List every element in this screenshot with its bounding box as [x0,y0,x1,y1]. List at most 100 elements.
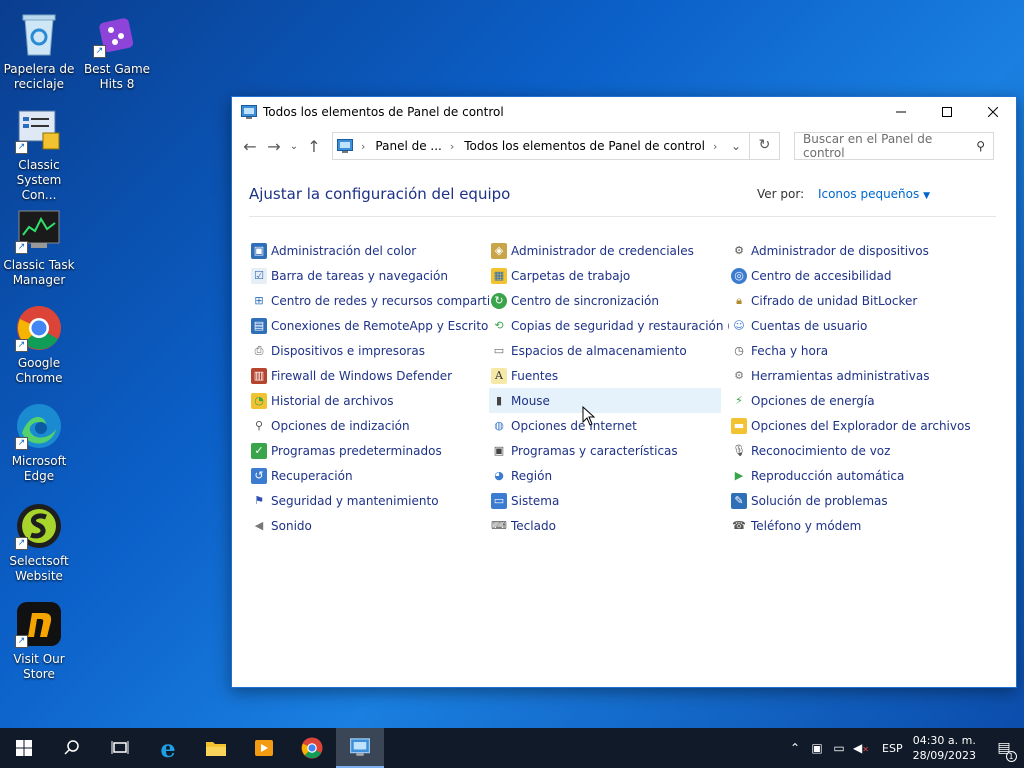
cp-item-recovery[interactable]: ↺ Recuperación [249,463,489,488]
maximize-button[interactable] [924,97,970,127]
speaker-icon: ◀ [254,519,264,532]
cp-item-speech-recognition[interactable]: 🎙︎ Reconocimiento de voz [729,438,989,463]
control-panel-window: Todos los elementos de Panel de control … [231,96,1017,688]
notification-center-button[interactable]: ▤ 1 [984,728,1024,768]
cp-item-troubleshooting[interactable]: ✎ Solución de problemas [729,488,989,513]
cp-item-devices-printers[interactable]: ⎙ Dispositivos e impresoras [249,338,489,363]
taskbar-internet-explorer[interactable]: e [144,728,192,768]
meet-now-icon[interactable]: ▣ [806,741,828,755]
task-view-button[interactable] [96,728,144,768]
cp-item-phone-modem[interactable]: ☎ Teléfono y módem [729,513,989,538]
search-input[interactable]: Buscar en el Panel de control ⚲ [794,132,994,160]
cp-item-firewall[interactable]: ▥ Firewall de Windows Defender [249,363,489,388]
close-button[interactable] [970,97,1016,127]
shortcut-arrow-icon: ↗ [15,241,28,254]
cp-item-remoteapp[interactable]: ▤ Conexiones de RemoteApp y Escrito... [249,313,489,338]
cp-item-default-programs[interactable]: ✓ Programas predeterminados [249,438,489,463]
cp-item-admin-tools[interactable]: ⚙ Herramientas administrativas [729,363,989,388]
cp-item-work-folders[interactable]: ▦ Carpetas de trabajo [489,263,729,288]
fonts-icon: A [491,367,507,384]
breadcrumb-item[interactable]: Panel de ... [375,139,441,153]
breadcrumb-item[interactable]: Todos los elementos de Panel de control [464,139,705,153]
address-bar[interactable]: › Panel de ... › Todos los elementos de … [332,132,780,160]
microphone-icon: 🎙︎ [732,444,746,457]
minimize-button[interactable] [878,97,924,127]
media-player-icon [255,740,273,756]
cp-item-sound[interactable]: ◀ Sonido [249,513,489,538]
search-button[interactable] [48,728,96,768]
desktop-icon-recycle-bin[interactable]: Papelera de reciclaje [0,10,78,92]
cp-item-file-history[interactable]: ◔ Historial de archivos [249,388,489,413]
taskbar-chrome[interactable] [288,728,336,768]
desktop-icon-selectsoft-website[interactable]: ↗ Selectsoft Website [0,502,78,584]
cp-item-region[interactable]: ◕ Región [489,463,729,488]
notification-count: 1 [1005,751,1017,762]
minimize-icon [896,111,906,113]
breadcrumb-separator-icon[interactable]: › [450,140,454,153]
cp-item-user-accounts[interactable]: ☺ Cuentas de usuario [729,313,989,338]
edge-icon: ↗ [15,402,63,450]
desktop-icon-classic-task-manager[interactable]: ↗ Classic Task Manager [0,206,78,288]
cp-item-programs-features[interactable]: ▣ Programas y características [489,438,729,463]
desktop-icon-best-game-hits[interactable]: ↗ Best Game Hits 8 [78,10,156,92]
refresh-icon[interactable]: ↻ [749,132,779,160]
cp-item-color-management[interactable]: ▣ Administración del color [249,238,489,263]
cp-item-ease-of-access[interactable]: ◎ Centro de accesibilidad [729,263,989,288]
cp-item-internet-options[interactable]: ◍ Opciones de Internet [489,413,729,438]
cp-item-network-sharing[interactable]: ⊞ Centro de redes y recursos comparti... [249,288,489,313]
cp-item-keyboard[interactable]: ⌨ Teclado [489,513,729,538]
admin-tools-icon: ⚙ [734,369,744,382]
cp-item-fonts[interactable]: A Fuentes [489,363,729,388]
cp-item-credential-manager[interactable]: ◈ Administrador de credenciales [489,238,729,263]
desktop-icon-classic-system-config[interactable]: ↗ Classic System Con... [0,106,78,203]
remoteapp-icon: ▤ [251,317,267,334]
view-by: Ver por: Iconos pequeños ▼ [757,187,930,201]
search-icon[interactable]: ⚲ [968,139,993,153]
network-icon[interactable]: ▭ [828,741,850,755]
phone-modem-icon: ☎ [732,519,746,532]
cp-item-sync-center[interactable]: ↻ Centro de sincronización [489,288,729,313]
desktop-icon-label: Google Chrome [15,356,63,385]
desktop-icon-label: Classic Task Manager [3,258,75,287]
cp-item-taskbar-navigation[interactable]: ☑ Barra de tareas y navegación [249,263,489,288]
internet-explorer-icon: e [160,733,176,763]
recent-locations-chevron-icon[interactable]: ⌄ [286,141,302,152]
cp-item-file-explorer-options[interactable]: ▬ Opciones del Explorador de archivos [729,413,989,438]
volume-muted-icon[interactable]: ◀✕ [850,741,872,755]
shortcut-arrow-icon: ↗ [93,45,106,58]
cp-item-device-manager[interactable]: ⚙ Administrador de dispositivos [729,238,989,263]
address-dropdown-icon[interactable]: ⌄ [723,139,749,153]
control-panel-icon [241,105,257,119]
input-language[interactable]: ESP [882,742,903,755]
cp-item-bitlocker[interactable]: 🔒︎ Cifrado de unidad BitLocker [729,288,989,313]
title-bar[interactable]: Todos los elementos de Panel de control [232,97,1016,127]
clock[interactable]: 04:30 a. m. 28/09/2023 [913,733,976,763]
page-title: Ajustar la configuración del equipo [249,184,511,203]
cp-item-security-maintenance[interactable]: ⚑ Seguridad y mantenimiento [249,488,489,513]
view-by-dropdown[interactable]: Iconos pequeños ▼ [818,187,930,201]
taskbar-control-panel[interactable] [336,728,384,768]
breadcrumb-separator-icon[interactable]: › [713,140,717,153]
search-placeholder: Buscar en el Panel de control [803,132,933,160]
desktop-icon-visit-our-store[interactable]: ↗ Visit Our Store [0,600,78,682]
back-arrow-icon[interactable]: ← [238,137,262,156]
up-arrow-icon[interactable]: ↑ [302,137,326,156]
cp-item-mouse[interactable]: ▮ Mouse [489,388,721,413]
cp-item-backup-restore[interactable]: ⟲ Copias de seguridad y restauración (... [489,313,729,338]
forward-arrow-icon[interactable]: → [262,137,286,156]
windows-logo-icon [16,740,32,756]
cp-item-autoplay[interactable]: ▶ Reproducción automática [729,463,989,488]
start-button[interactable] [0,728,48,768]
taskbar-file-explorer[interactable] [192,728,240,768]
desktop-icon-microsoft-edge[interactable]: ↗ Microsoft Edge [0,402,78,484]
cp-item-indexing-options[interactable]: ⚲ Opciones de indización [249,413,489,438]
cp-item-system[interactable]: ▭ Sistema [489,488,729,513]
show-hidden-icons-chevron-icon[interactable]: ⌃ [784,741,806,755]
cp-item-date-time[interactable]: ◷ Fecha y hora [729,338,989,363]
desktop-icon-google-chrome[interactable]: ↗ Google Chrome [0,304,78,386]
user-accounts-icon: ☺ [733,319,745,332]
cp-item-storage-spaces[interactable]: ▭ Espacios de almacenamiento [489,338,729,363]
taskbar-media-player[interactable] [240,728,288,768]
taskbar-icon: ☑ [251,267,267,284]
cp-item-power-options[interactable]: ⚡︎ Opciones de energía [729,388,989,413]
